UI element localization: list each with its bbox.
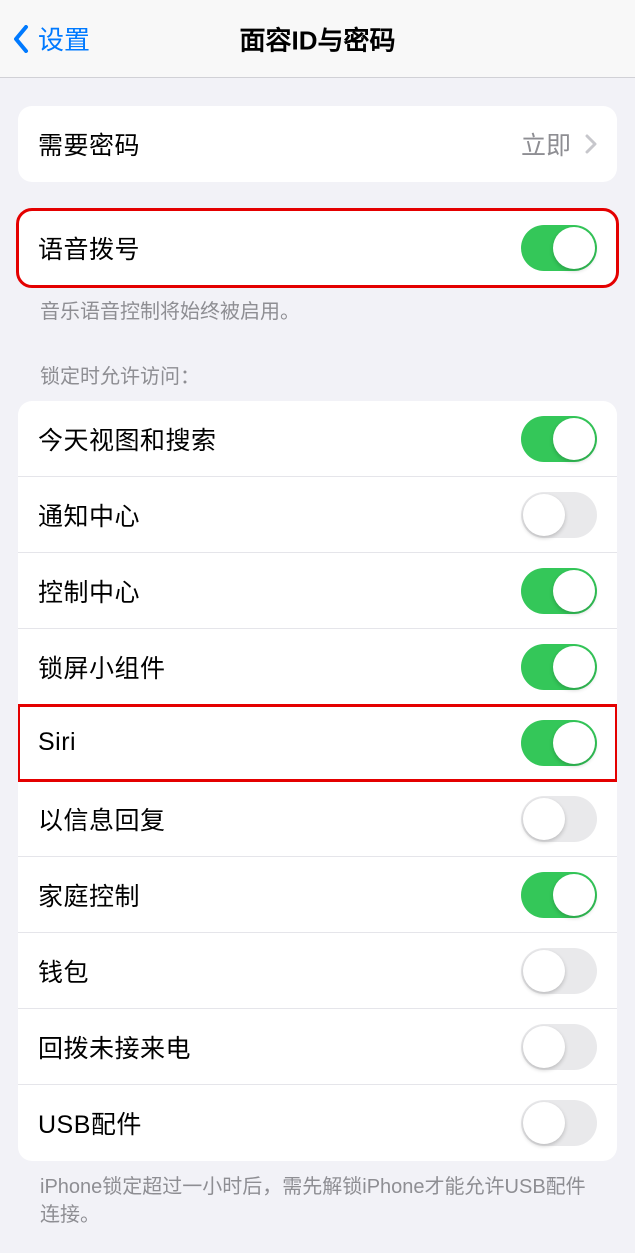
lock-access-toggle[interactable]: [521, 948, 597, 994]
back-label: 设置: [38, 20, 90, 57]
voice-dial-group: 语音拨号: [18, 210, 617, 286]
voice-dial-label: 语音拨号: [38, 230, 140, 266]
lock-access-label: 控制中心: [38, 573, 140, 609]
lock-access-label: 今天视图和搜索: [38, 421, 217, 457]
lock-access-row: 通知中心: [18, 477, 617, 553]
voice-dial-row: 语音拨号: [18, 210, 617, 286]
require-passcode-value: 立即: [521, 126, 571, 162]
lock-access-toggle[interactable]: [521, 872, 597, 918]
lock-access-group: 今天视图和搜索通知中心控制中心锁屏小组件 Siri 以信息回复家庭控制钱包回拨未接来…: [18, 401, 617, 1161]
lock-access-row: 控制中心: [18, 553, 617, 629]
lock-access-row: 钱包: [18, 933, 617, 1009]
lock-access-row: 今天视图和搜索: [18, 401, 617, 477]
lock-access-toggle[interactable]: [521, 1100, 597, 1146]
lock-access-row: 家庭控制: [18, 857, 617, 933]
voice-dial-footer: 音乐语音控制将始终被启用。: [18, 286, 617, 326]
lock-access-label: Siri: [38, 728, 76, 757]
lock-access-label: 钱包: [38, 953, 89, 989]
lock-access-label: 通知中心: [38, 497, 140, 533]
lock-access-label: 回拨未接来电: [38, 1029, 191, 1065]
lock-access-toggle[interactable]: [521, 720, 597, 766]
lock-access-toggle[interactable]: [521, 492, 597, 538]
require-passcode-row[interactable]: 需要密码 立即: [18, 106, 617, 182]
lock-access-toggle[interactable]: [521, 1024, 597, 1070]
lock-access-label: USB配件: [38, 1105, 142, 1141]
lock-access-header: 锁定时允许访问：: [18, 326, 617, 395]
page-title: 面容ID与密码: [239, 20, 395, 57]
lock-access-row: 锁屏小组件: [18, 629, 617, 705]
chevron-right-icon: [585, 134, 597, 154]
lock-access-toggle[interactable]: [521, 568, 597, 614]
require-passcode-label: 需要密码: [38, 126, 140, 162]
lock-access-row: 以信息回复: [18, 781, 617, 857]
lock-access-label: 以信息回复: [38, 801, 166, 837]
lock-access-toggle[interactable]: [521, 644, 597, 690]
passcode-group: 需要密码 立即: [18, 106, 617, 182]
lock-access-footer: iPhone锁定超过一小时后，需先解锁iPhone才能允许USB配件连接。: [18, 1161, 617, 1229]
voice-dial-toggle[interactable]: [521, 225, 597, 271]
lock-access-row: USB配件: [18, 1085, 617, 1161]
lock-access-toggle[interactable]: [521, 416, 597, 462]
lock-access-row: Siri: [18, 705, 617, 781]
lock-access-row: 回拨未接来电: [18, 1009, 617, 1085]
lock-access-label: 锁屏小组件: [38, 649, 166, 685]
nav-header: 设置 面容ID与密码: [0, 0, 635, 78]
lock-access-toggle[interactable]: [521, 796, 597, 842]
chevron-left-icon: [12, 25, 30, 53]
back-button[interactable]: 设置: [12, 20, 90, 57]
lock-access-label: 家庭控制: [38, 877, 140, 913]
